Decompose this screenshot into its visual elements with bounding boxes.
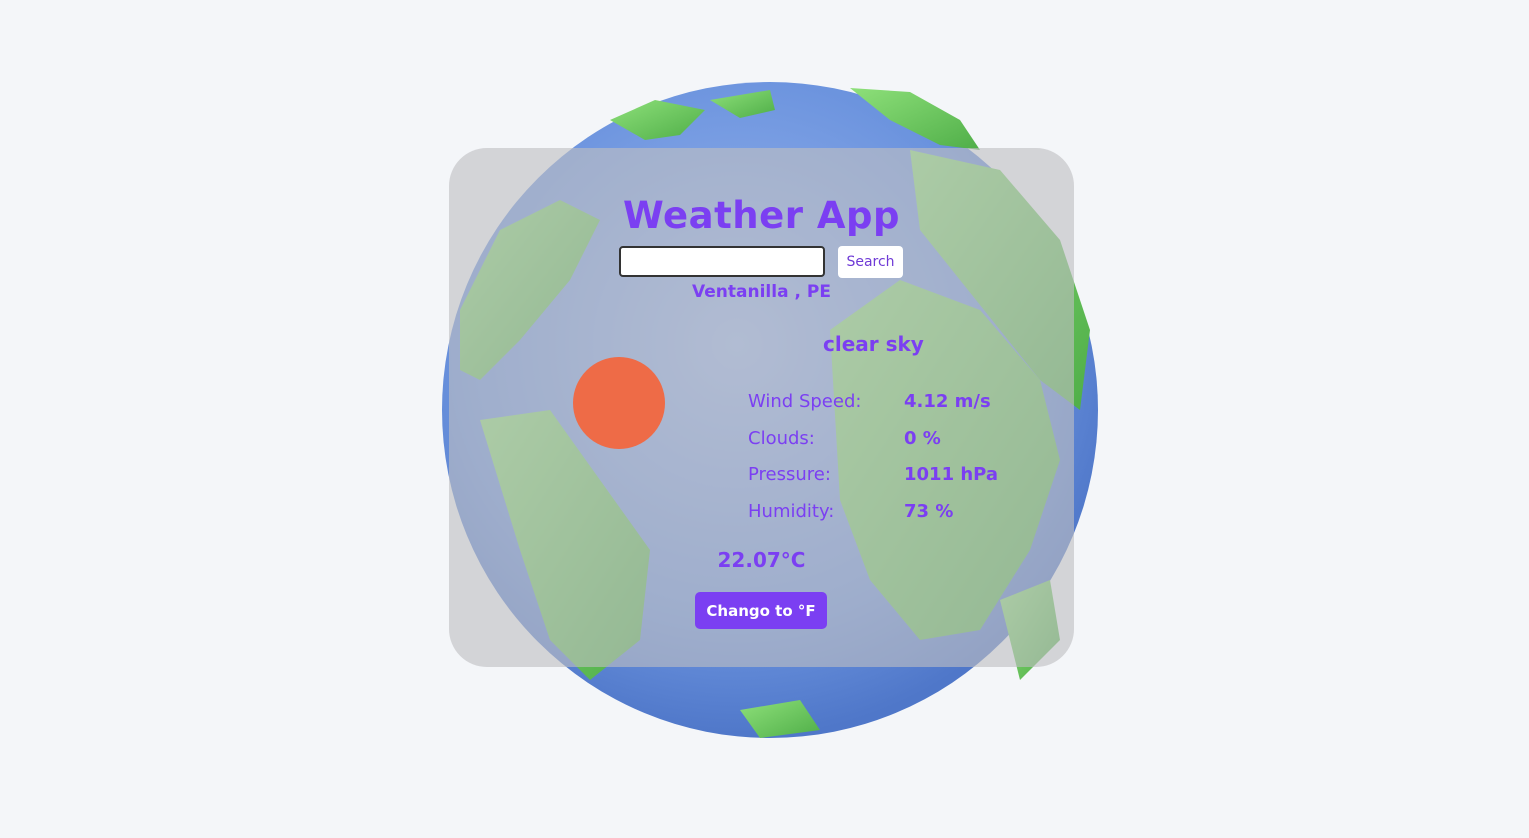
temperature-display: 22.07°C [717, 548, 806, 572]
stat-value: 0 % [904, 427, 941, 449]
weather-stats: Wind Speed: 4.12 m/s Clouds: 0 % Pressur… [748, 388, 1048, 534]
stat-row-wind-speed: Wind Speed: 4.12 m/s [748, 388, 1048, 425]
stat-value: 1011 hPa [904, 464, 999, 485]
stat-row-humidity: Humidity: 73 % [748, 498, 1048, 535]
sun-icon [573, 357, 665, 449]
stat-label: Clouds: [748, 427, 815, 449]
app-root: Weather App Search Ventanilla , PE clear… [0, 0, 1529, 838]
search-button[interactable]: Search [838, 246, 903, 278]
location-label: Ventanilla , PE [692, 282, 831, 302]
stat-row-pressure: Pressure: 1011 hPa [748, 461, 1048, 498]
stat-label: Pressure: [748, 464, 831, 485]
weather-description: clear sky [823, 332, 924, 356]
change-unit-button[interactable]: Chango to °F [695, 592, 827, 629]
stat-label: Humidity: [748, 500, 835, 522]
weather-card: Weather App Search Ventanilla , PE clear… [449, 148, 1074, 667]
city-search-input[interactable] [619, 246, 825, 277]
stat-row-clouds: Clouds: 0 % [748, 425, 1048, 462]
stat-label: Wind Speed: [748, 391, 862, 412]
stat-value: 73 % [904, 500, 954, 522]
stat-value: 4.12 m/s [904, 391, 991, 412]
app-title: Weather App [623, 194, 900, 237]
